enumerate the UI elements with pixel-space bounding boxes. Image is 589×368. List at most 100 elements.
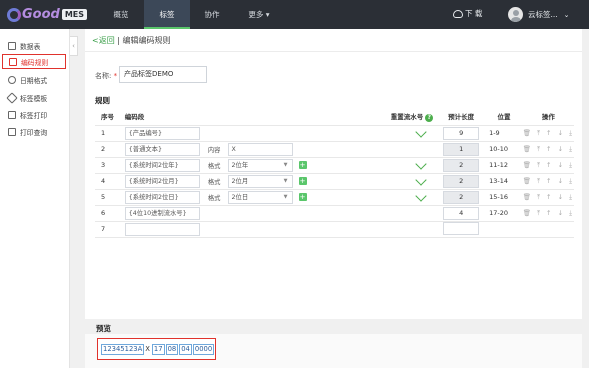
add-icon[interactable]: +	[298, 177, 307, 185]
segment-field[interactable]: {系统时间2位日}	[124, 190, 200, 204]
sidebar-item-code-rules[interactable]: 编码规则	[2, 54, 66, 69]
check-icon[interactable]	[415, 174, 427, 186]
length-field[interactable]: 9	[443, 126, 480, 140]
sidebar-item-label: 数据表	[20, 42, 41, 51]
segment-field[interactable]: {4位10进制流水号}	[124, 206, 200, 220]
app-logo[interactable]: Good MES	[7, 5, 88, 24]
reset-cell	[352, 173, 438, 190]
reset-cell	[352, 125, 438, 142]
format-select[interactable]: 2位日 ▼	[227, 190, 293, 204]
breadcrumb: <返回 | 编辑编码规则	[92, 35, 171, 46]
segment-field[interactable]: {系统时间2位年}	[124, 158, 200, 172]
row-action-icons[interactable]: 🗑 ⤒ ↑ ↓ ⤓	[523, 145, 574, 153]
position-cell: 13-14	[485, 173, 523, 190]
table-icon	[8, 41, 16, 50]
add-icon[interactable]: +	[298, 193, 307, 201]
nav-labels[interactable]: 标签	[144, 0, 190, 29]
table-header-row: 序号 编码段 重置流水号? 预计长度 位置 操作	[95, 108, 574, 126]
back-link[interactable]: <返回	[92, 36, 115, 45]
nav-more[interactable]: 更多 ▾	[234, 0, 284, 29]
sidebar-collapse-button[interactable]: ‹	[70, 36, 78, 56]
download-button[interactable]: 下 载	[453, 8, 482, 19]
content-label: 内容	[207, 146, 221, 154]
preview-box: 12345123A X 17 08 04 0000	[97, 338, 216, 360]
check-icon[interactable]	[415, 158, 427, 170]
format-select-value: 2位日	[231, 193, 249, 201]
name-field[interactable]: 产品标签DEMO	[119, 66, 207, 83]
format-label: 格式	[207, 178, 221, 186]
format-select-value: 2位月	[231, 177, 249, 185]
format-select[interactable]: 2位月 ▼	[227, 174, 293, 188]
table-row: 1 {产品编号} 9 1-9 🗑 ⤒ ↑ ↓ ⤓	[95, 125, 574, 142]
nav-overview[interactable]: 概览	[98, 0, 144, 29]
segment-field[interactable]: {系统时间2位月}	[124, 174, 200, 188]
preview-part: 12345123A	[101, 343, 145, 355]
rules-section-title: 规则	[95, 96, 110, 105]
sidebar-item-label: 编码规则	[21, 58, 49, 67]
length-field: 2	[443, 158, 480, 172]
name-label: 名称: *	[95, 71, 117, 81]
logo-mark-icon	[7, 7, 21, 22]
row-action-icons[interactable]: 🗑 ⤒ ↑ ↓ ⤓	[523, 193, 574, 201]
table-row: 2 {普通文本} 内容 X 1 10-10 🗑 ⤒ ↑ ↓ ⤓	[95, 141, 574, 158]
length-cell	[437, 221, 486, 238]
row-action-icons[interactable]: 🗑 ⤒ ↑ ↓ ⤓	[523, 129, 574, 137]
sidebar-item-label: 标签打印	[20, 111, 48, 120]
ops-cell: 🗑 ⤒ ↑ ↓ ⤓	[522, 205, 574, 222]
header-ops: 操作	[522, 108, 574, 126]
row-seq: 1	[95, 125, 125, 142]
length-field[interactable]	[443, 221, 480, 235]
user-menu[interactable]: 云标签... ⌄	[508, 5, 570, 24]
caret-down-icon: ▼	[283, 177, 288, 184]
segment-field[interactable]: {产品编号}	[124, 126, 200, 140]
format-label: 格式	[207, 162, 221, 170]
length-cell: 1	[437, 141, 486, 158]
row-action-icons[interactable]: 🗑 ⤒ ↑ ↓ ⤓	[523, 209, 574, 217]
code-rule-icon	[9, 57, 17, 66]
row-action-icons[interactable]: 🗑 ⤒ ↑ ↓ ⤓	[523, 161, 574, 169]
sidebar-item-data-table[interactable]: 数据表	[2, 38, 66, 53]
row-segment-cell: {4位10进制流水号}	[124, 205, 353, 222]
logo-text: Good	[22, 7, 60, 22]
length-cell: 2	[437, 157, 486, 174]
segment-field[interactable]	[124, 222, 200, 236]
row-segment-cell: {普通文本} 内容 X	[124, 141, 353, 158]
sidebar-item-print-query[interactable]: 打印查询	[2, 124, 66, 139]
check-icon[interactable]	[415, 126, 427, 138]
row-seq: 5	[95, 189, 125, 206]
row-segment-cell: {系统时间2位日} 格式 2位日 ▼ +	[124, 189, 353, 206]
sidebar-item-label: 打印查询	[20, 128, 48, 137]
nav-collaboration[interactable]: 协作	[190, 0, 234, 29]
position-cell: 17-20	[485, 205, 523, 222]
help-icon[interactable]: ?	[425, 113, 434, 122]
row-seq: 2	[95, 141, 125, 158]
row-seq: 4	[95, 173, 125, 190]
row-segment-cell	[124, 221, 353, 238]
required-marker: *	[113, 72, 118, 80]
preview-part: X	[145, 345, 150, 353]
sidebar-item-label-print[interactable]: 标签打印	[2, 107, 66, 122]
table-row: 4 {系统时间2位月} 格式 2位月 ▼ + 2 13-14 🗑 ⤒ ↑ ↓ ⤓	[95, 173, 574, 190]
avatar	[508, 7, 523, 22]
header-reset: 重置流水号?	[352, 108, 438, 126]
position-cell: 10-10	[485, 141, 523, 158]
sidebar-item-label-template[interactable]: 标签模板	[2, 90, 66, 105]
sidebar-item-label: 日期格式	[20, 76, 48, 85]
ops-cell: 🗑 ⤒ ↑ ↓ ⤓	[522, 141, 574, 158]
length-field[interactable]: 4	[443, 206, 480, 220]
format-label: 格式	[207, 194, 221, 202]
add-icon[interactable]: +	[298, 161, 307, 169]
format-select[interactable]: 2位年 ▼	[227, 158, 293, 172]
reset-cell	[352, 221, 438, 238]
position-cell: 11-12	[485, 157, 523, 174]
sidebar-item-date-format[interactable]: 日期格式	[2, 72, 66, 87]
printer-icon	[8, 110, 16, 119]
length-field: 1	[443, 142, 480, 156]
main-panel: <返回 | 编辑编码规则 名称: * 产品标签DEMO 规则 序号 编码段 重置…	[85, 29, 582, 319]
content-field[interactable]: X	[227, 142, 293, 156]
reset-cell	[352, 205, 438, 222]
table-row: 3 {系统时间2位年} 格式 2位年 ▼ + 2 11-12 🗑 ⤒ ↑ ↓ ⤓	[95, 157, 574, 174]
segment-field[interactable]: {普通文本}	[124, 142, 200, 156]
check-icon[interactable]	[415, 190, 427, 202]
row-action-icons[interactable]: 🗑 ⤒ ↑ ↓ ⤓	[523, 177, 574, 185]
